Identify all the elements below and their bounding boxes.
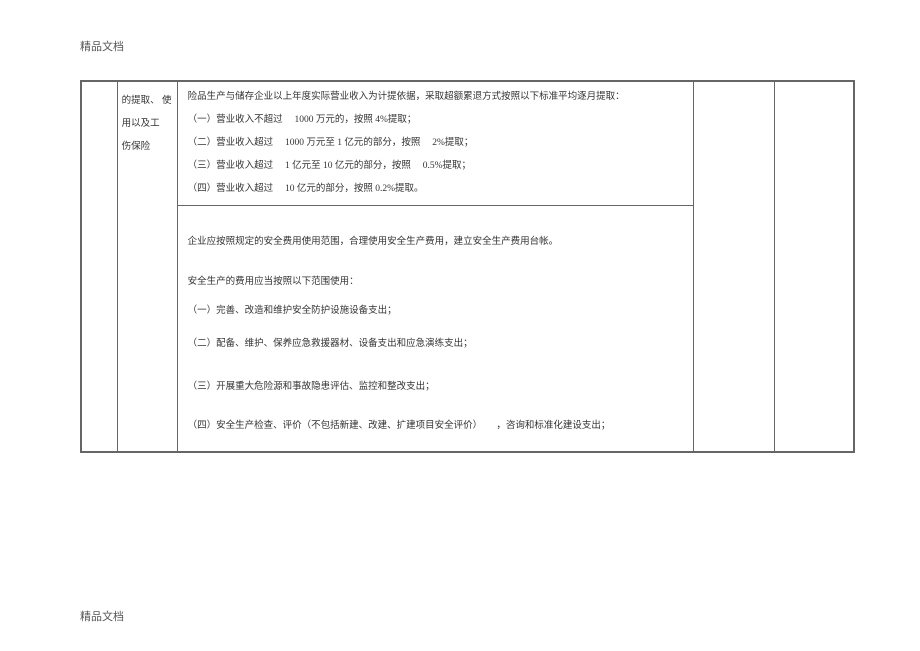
table-col-2: 的提取、 使 用以及工 伤保险 [117, 82, 177, 452]
upper-intro: 险品生产与储存企业以上年度实际营业收入为计提依据，采取超额累退方式按照以下标准平… [188, 86, 683, 109]
col2-line-3: 伤保险 [122, 136, 173, 159]
upper-item-2: （二）营业收入超过 1000 万元至 1 亿元的部分，按照 2%提取； [188, 132, 683, 155]
table-col-4 [693, 82, 774, 452]
page-header: 精品文档 [80, 38, 124, 54]
lower-item-1: （一）完善、改造和维护安全防护设施设备支出； [188, 299, 683, 328]
document-table: 的提取、 使 用以及工 伤保险 险品生产与储存企业以上年度实际营业收入为计提依据… [80, 80, 855, 453]
col2-line-2: 用以及工 [122, 113, 173, 136]
table-col-5 [774, 82, 853, 452]
col2-line-1: 的提取、 使 [122, 90, 173, 113]
table-content-upper: 险品生产与储存企业以上年度实际营业收入为计提依据，采取超额累退方式按照以下标准平… [177, 82, 693, 206]
lower-p1: 企业应按照规定的安全费用使用范围，合理使用安全生产费用，建立安全生产费用台帐。 [188, 226, 683, 269]
upper-item-4: （四）营业收入超过 10 亿元的部分，按照 0.2%提取。 [188, 178, 683, 201]
lower-item-3: （三）开展重大危险源和事故隐患评估、监控和整改支出； [188, 371, 683, 414]
page-footer: 精品文档 [80, 608, 124, 624]
lower-item-4: （四）安全生产检查、评价（不包括新建、改建、扩建项目安全评价） ，咨询和标准化建… [188, 414, 683, 443]
table-content-lower: 企业应按照规定的安全费用使用范围，合理使用安全生产费用，建立安全生产费用台帐。 … [177, 206, 693, 452]
upper-item-3: （三）营业收入超过 1 亿元至 10 亿元的部分，按照 0.5%提取； [188, 155, 683, 178]
upper-item-1: （一）营业收入不超过 1000 万元的，按照 4%提取； [188, 109, 683, 132]
table-col-1 [82, 82, 118, 452]
lower-p2: 安全生产的费用应当按照以下范围使用： [188, 270, 683, 299]
lower-item-2: （二）配备、维护、保养应急救援器材、设备支出和应急演练支出； [188, 328, 683, 371]
